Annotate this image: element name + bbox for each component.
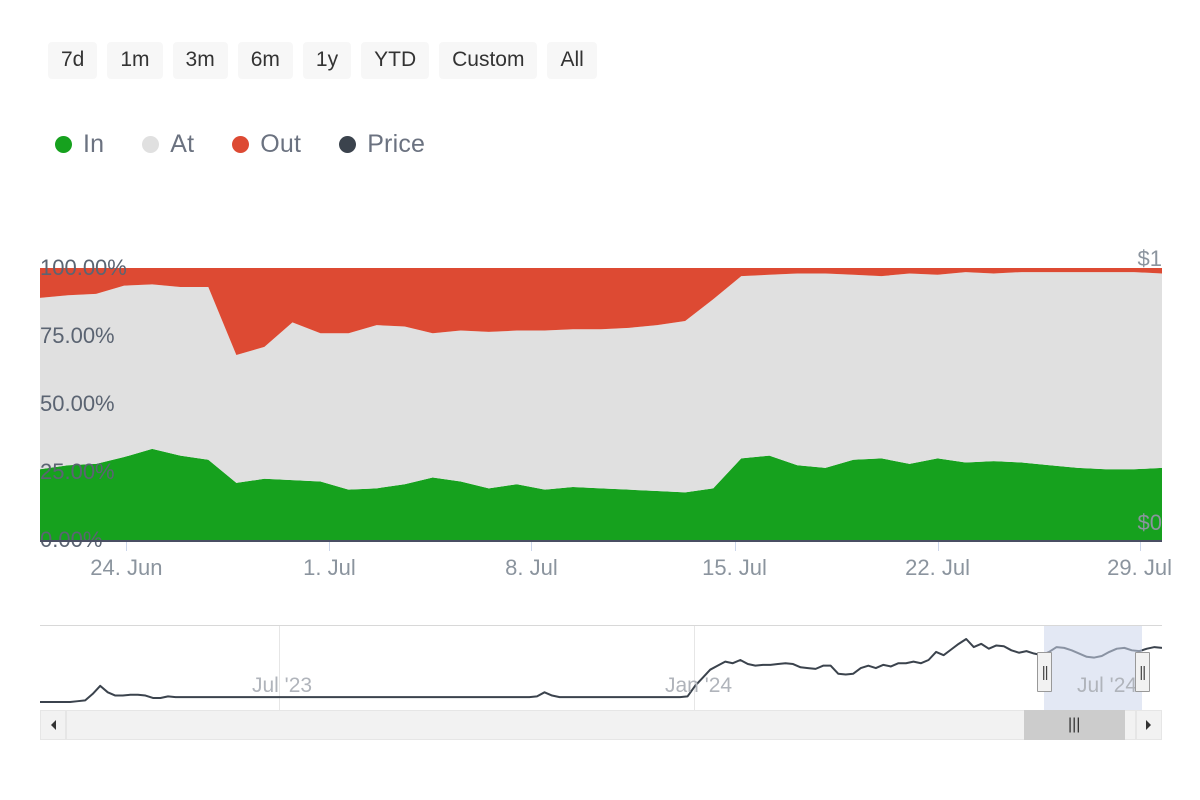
x-axis-tick (937, 542, 939, 551)
x-axis-line (40, 540, 1162, 542)
x-axis-tick-label: 29. Jul (1107, 555, 1172, 580)
navigator-x-label: Jan '24 (665, 674, 733, 697)
x-axis-tick (1139, 542, 1141, 551)
y-axis-tick-label: 100.00% (40, 255, 127, 280)
x-axis-tick-label: 8. Jul (505, 555, 558, 580)
legend-label: Out (260, 130, 302, 158)
navigator-handle-right[interactable]: || (1134, 652, 1150, 692)
y-axis-tick-label: 25.00% (40, 459, 115, 484)
x-axis-tick (734, 542, 736, 551)
handle-grip-icon: || (1139, 663, 1146, 681)
range-button-all[interactable]: All (547, 42, 597, 79)
x-axis-tick-label: 1. Jul (303, 555, 356, 580)
legend-item-out[interactable]: Out (232, 132, 301, 157)
range-button-7d[interactable]: 7d (48, 42, 98, 79)
price-axis-top-label: $1 (1137, 246, 1162, 271)
legend-label: At (170, 130, 195, 158)
navigator-line-path (40, 638, 1162, 703)
range-button-ytd[interactable]: YTD (361, 42, 430, 79)
legend-item-at[interactable]: At (142, 132, 194, 157)
chart-page: 7d 1m 3m 6m 1y YTD Custom All In At Out Price 0.00… (0, 0, 1200, 800)
chevron-right-icon (1146, 720, 1151, 730)
range-button-3m[interactable]: 3m (172, 42, 228, 79)
navigator-x-label: Jul '24 (1077, 674, 1138, 697)
scrollbar-left-arrow-button[interactable] (40, 710, 66, 740)
scrollbar-thumb[interactable]: ||| (1023, 710, 1125, 740)
range-button-1y[interactable]: 1y (302, 42, 352, 79)
price-axis-bottom-label: $0 (1137, 510, 1162, 535)
range-selector: 7d 1m 3m 6m 1y YTD Custom All (48, 42, 597, 79)
y-axis-tick-label: 50.00% (40, 391, 115, 416)
x-axis-tick-label: 15. Jul (702, 555, 767, 580)
range-button-1m[interactable]: 1m (107, 42, 163, 79)
scrollbar-right-arrow-button[interactable] (1136, 710, 1162, 740)
scrollbar-grip-icon: ||| (1067, 716, 1081, 733)
main-plot-area (40, 268, 1162, 540)
stacked-area-chart (40, 268, 1162, 540)
navigator-selection-mask[interactable] (1044, 626, 1142, 710)
x-axis-tick (531, 542, 533, 551)
navigator-scrollbar[interactable]: ||| (40, 710, 1162, 740)
legend-dot-icon (142, 136, 160, 153)
legend-dot-icon (339, 136, 357, 153)
x-axis-tick (329, 542, 331, 551)
legend-label: Price (367, 130, 426, 158)
navigator-handle-left[interactable]: || (1037, 652, 1053, 692)
legend-label: In (83, 130, 105, 158)
x-axis-tick-label: 24. Jun (90, 555, 163, 580)
x-axis-tick-label: 22. Jul (905, 555, 971, 580)
chevron-left-icon (51, 720, 56, 730)
range-button-custom[interactable]: Custom (439, 42, 538, 79)
x-axis-tick (126, 542, 128, 551)
navigator-price-series (40, 638, 1162, 703)
legend-item-in[interactable]: In (55, 132, 104, 157)
chart-legend: In At Out Price (55, 132, 425, 157)
handle-grip-icon: || (1041, 663, 1049, 681)
legend-item-price[interactable]: Price (339, 132, 425, 157)
scrollbar-track[interactable] (66, 710, 1136, 740)
range-button-6m[interactable]: 6m (237, 42, 293, 79)
legend-dot-icon (232, 136, 250, 153)
y-axis-tick-label: 75.00% (40, 323, 115, 348)
legend-dot-icon (55, 136, 72, 153)
navigator-x-label: Jul '23 (252, 674, 313, 697)
navigator[interactable]: Jul '23 Jan '24 Jul '24 || || (40, 625, 1162, 710)
